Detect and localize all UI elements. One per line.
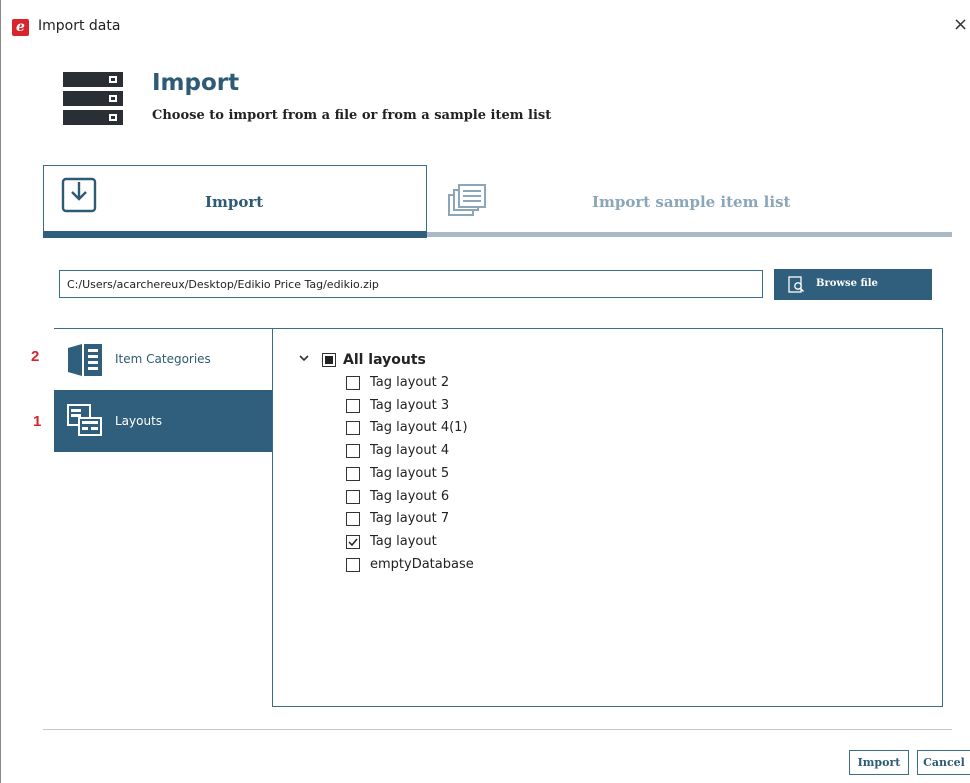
layout-checkbox[interactable] (346, 558, 360, 572)
layout-label: Tag layout 7 (370, 511, 450, 526)
layout-label: Tag layout 4(1) (370, 420, 468, 435)
tab-import-sample-label: Import sample item list (592, 193, 791, 211)
layout-checkbox[interactable] (346, 512, 360, 526)
page-subtitle: Choose to import from a file or from a s… (152, 108, 552, 123)
window-title: Import data (38, 18, 121, 34)
tab-sample-indicator (427, 232, 952, 237)
select-all-checkbox[interactable] (322, 353, 336, 367)
checkmark-icon (348, 538, 358, 547)
layout-label: Tag layout 4 (370, 443, 450, 458)
browse-file-button[interactable]: Browse file (774, 269, 932, 300)
layout-label: emptyDatabase (370, 557, 474, 572)
layout-checkbox[interactable] (346, 444, 360, 458)
layout-label: Tag layout 6 (370, 489, 450, 504)
categories-icon (68, 344, 102, 376)
browse-file-label: Browse file (816, 278, 878, 289)
cancel-button[interactable]: Cancel (917, 750, 970, 775)
step-marker-1: 1 (33, 413, 42, 430)
layout-label: Tag layout (370, 534, 437, 549)
layouts-icon (67, 404, 102, 436)
layout-checkbox[interactable] (346, 467, 360, 481)
page-title: Import (152, 70, 240, 96)
import-button[interactable]: Import (849, 750, 909, 775)
layout-label: Tag layout 5 (370, 466, 450, 481)
tab-import-label: Import (205, 193, 264, 211)
sidebar-item-label: Layouts (115, 414, 163, 428)
sidebar-item-layouts[interactable]: Layouts (54, 390, 272, 452)
step-marker-2: 2 (31, 348, 40, 365)
close-icon[interactable]: × (953, 14, 968, 35)
stacked-list-icon (448, 184, 486, 216)
sidebar-item-label: Item Categories (115, 352, 211, 366)
file-search-icon (788, 276, 805, 293)
download-tray-icon (61, 177, 97, 213)
tree-root-label: All layouts (343, 352, 426, 368)
window-left-border (0, 0, 1, 783)
layout-checkbox[interactable] (346, 376, 360, 390)
layout-checkbox[interactable] (346, 490, 360, 504)
tab-import-indicator (43, 231, 427, 238)
layout-checkbox[interactable] (346, 535, 360, 549)
sidebar-item-item-categories[interactable]: Item Categories (54, 328, 272, 390)
database-stack-icon (63, 72, 123, 125)
footer-divider (43, 729, 952, 730)
layout-checkbox[interactable] (346, 421, 360, 435)
file-path-field[interactable] (59, 270, 763, 298)
layout-label: Tag layout 2 (370, 375, 450, 390)
chevron-down-icon[interactable] (298, 352, 310, 364)
app-logo-icon: e (12, 19, 29, 36)
layout-label: Tag layout 3 (370, 398, 450, 413)
layout-checkbox[interactable] (346, 399, 360, 413)
